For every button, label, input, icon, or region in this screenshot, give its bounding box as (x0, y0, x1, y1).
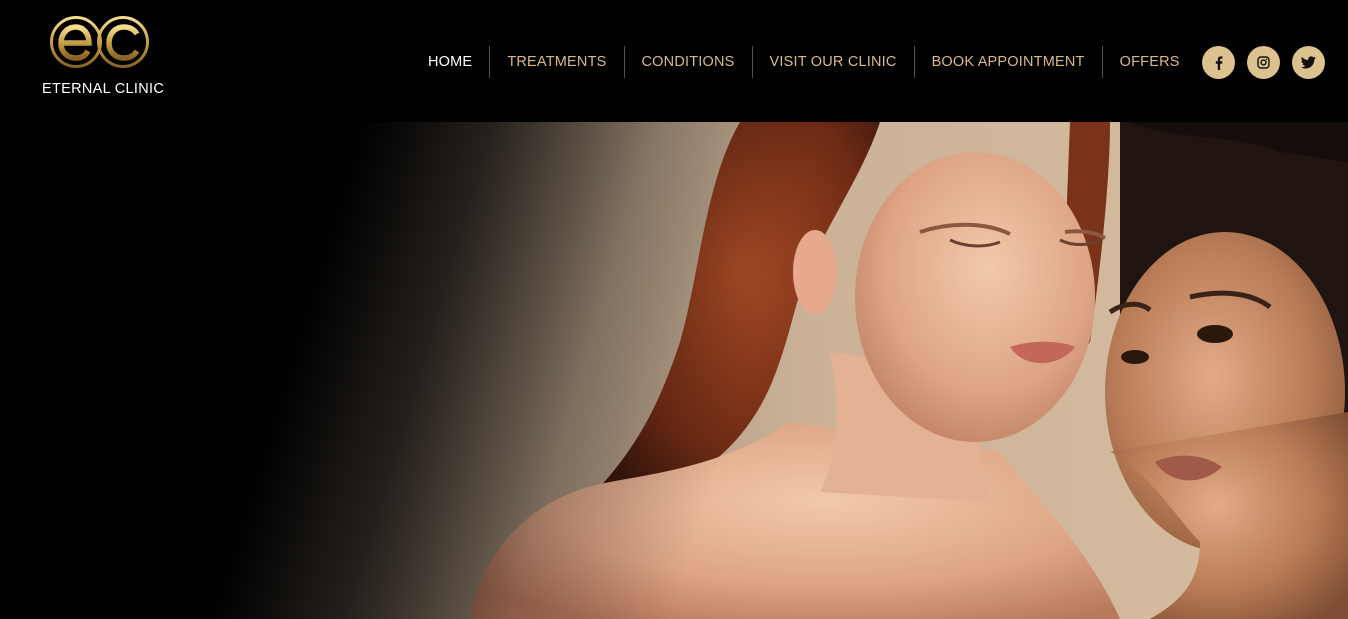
ec-logo-icon (50, 16, 149, 68)
instagram-icon (1257, 56, 1270, 69)
twitter-button[interactable] (1292, 46, 1325, 79)
facebook-icon (1215, 55, 1222, 70)
facebook-button[interactable] (1202, 46, 1235, 79)
nav-item-book-appointment[interactable]: BOOK APPOINTMENT (913, 46, 1102, 78)
nav-item-home[interactable]: HOME (411, 46, 489, 78)
nav-item-conditions[interactable]: CONDITIONS (623, 46, 752, 78)
main-nav: HOME TREATMENTS CONDITIONS VISIT OUR CLI… (411, 46, 1197, 78)
nav-item-offers[interactable]: OFFERS (1101, 46, 1197, 78)
site-header: ETERNAL CLINIC HOME TREATMENTS CONDITION… (0, 0, 1348, 122)
social-links (1202, 46, 1325, 79)
hero-gradient-overlay (0, 122, 1348, 619)
twitter-icon (1301, 56, 1316, 69)
instagram-button[interactable] (1247, 46, 1280, 79)
hero-section (0, 122, 1348, 619)
site-logo[interactable]: ETERNAL CLINIC (42, 14, 164, 100)
nav-item-treatments[interactable]: TREATMENTS (489, 46, 623, 78)
brand-name: ETERNAL CLINIC (42, 81, 165, 97)
nav-item-visit-our-clinic[interactable]: VISIT OUR CLINIC (751, 46, 914, 78)
